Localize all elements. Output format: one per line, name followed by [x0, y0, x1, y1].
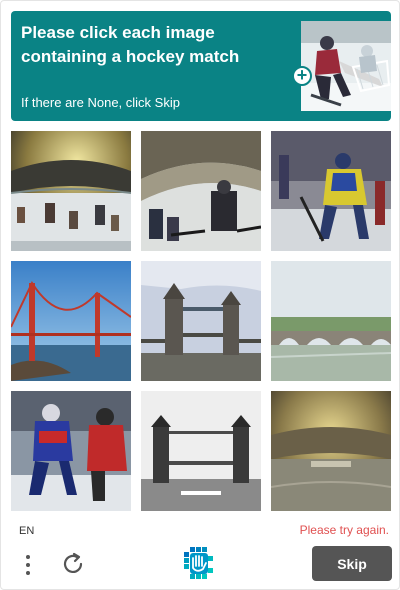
grid-tile-9[interactable] [271, 391, 391, 511]
example-image[interactable] [301, 21, 391, 111]
hockey-player-yellow-jersey-image [271, 131, 391, 251]
hockey-players-blue-red-image [11, 391, 131, 511]
grid-tile-5[interactable] [141, 261, 261, 381]
skip-button[interactable]: Skip [312, 546, 392, 581]
hockey-players-stick-closeup-image [141, 131, 261, 251]
grid-tile-3[interactable] [271, 131, 391, 251]
error-message: Please try again. [299, 523, 389, 537]
image-grid [11, 131, 391, 511]
tower-bridge-bw-image [141, 391, 261, 511]
language-selector[interactable]: EN [19, 525, 34, 537]
tower-bridge-image [141, 261, 261, 381]
refresh-icon[interactable] [60, 551, 86, 577]
grid-tile-7[interactable] [11, 391, 131, 511]
grid-tile-2[interactable] [141, 131, 261, 251]
more-vertical-icon[interactable] [19, 551, 39, 579]
arena-interior-image [271, 391, 391, 511]
grid-tile-8[interactable] [141, 391, 261, 511]
challenge-prompt: Please click each image containing a hoc… [11, 11, 391, 121]
hockey-goalie-example-image [301, 21, 391, 111]
stone-arch-bridge-image [271, 261, 391, 381]
captcha-challenge: Please click each image containing a hoc… [0, 0, 400, 590]
hcaptcha-logo-icon[interactable] [182, 546, 214, 580]
golden-gate-bridge-image [11, 261, 131, 381]
prompt-title: Please click each image containing a hoc… [21, 23, 240, 66]
grid-tile-1[interactable] [11, 131, 131, 251]
prompt-subtitle: If there are None, click Skip [21, 95, 180, 110]
grid-tile-4[interactable] [11, 261, 131, 381]
hockey-arena-players-image [11, 131, 131, 251]
plus-icon[interactable]: + [292, 66, 312, 86]
grid-tile-6[interactable] [271, 261, 391, 381]
